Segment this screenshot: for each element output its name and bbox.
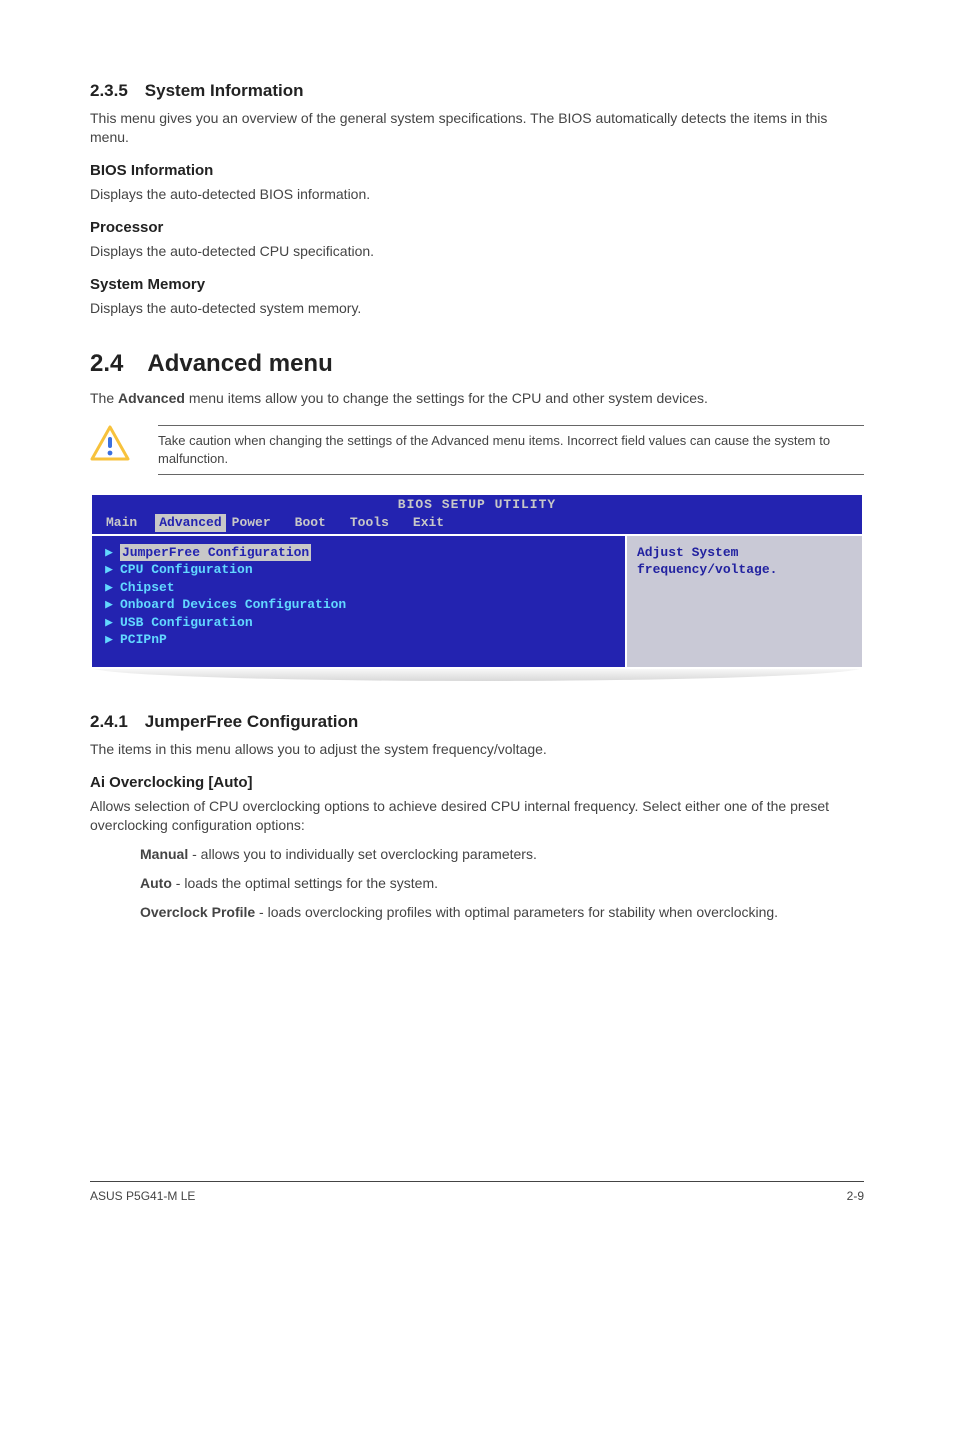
bios-item-cpu-config[interactable]: ▶ CPU Configuration [104, 561, 613, 579]
footer-left: ASUS P5G41-M LE [90, 1188, 195, 1204]
processor-heading: Processor [90, 218, 864, 238]
bios-information-heading: BIOS Information [90, 161, 864, 181]
option-overclock-profile-label: Overclock Profile [140, 904, 255, 920]
caution-text: Take caution when changing the settings … [158, 425, 864, 474]
caution-block: Take caution when changing the settings … [90, 425, 864, 474]
option-auto: Auto - loads the optimal settings for th… [140, 874, 864, 893]
intro-pre: The [90, 390, 118, 406]
section-2-3-5-heading: 2.3.5 System Information [90, 80, 864, 103]
processor-text: Displays the auto-detected CPU specifica… [90, 242, 864, 261]
bios-menu-power[interactable]: Power [226, 514, 289, 532]
bios-item-onboard-devices[interactable]: ▶ Onboard Devices Configuration [104, 596, 613, 614]
section-2-4-1-intro: The items in this menu allows you to adj… [90, 740, 864, 759]
section-2-4-heading: 2.4 Advanced menu [90, 348, 864, 380]
bios-menu-tools[interactable]: Tools [344, 514, 407, 532]
bios-menu-advanced[interactable]: Advanced [155, 514, 225, 532]
ai-overclocking-text: Allows selection of CPU overclocking opt… [90, 797, 864, 835]
intro-post: menu items allow you to change the setti… [185, 390, 708, 406]
bios-item-usb-config[interactable]: ▶ USB Configuration [104, 614, 613, 632]
bios-menu-exit[interactable]: Exit [407, 514, 462, 532]
bios-item-label: CPU Configuration [120, 561, 253, 579]
submenu-arrow-icon: ▶ [104, 631, 114, 649]
option-manual: Manual - allows you to individually set … [140, 845, 864, 864]
bios-help-panel: Adjust System frequency/voltage. [627, 534, 862, 667]
bios-item-label: PCIPnP [120, 631, 167, 649]
bios-menu-boot[interactable]: Boot [289, 514, 344, 532]
bios-item-jumperfree[interactable]: ▶ JumperFree Configuration [104, 544, 613, 562]
bios-menu-bar: Main Advanced Power Boot Tools Exit [92, 513, 862, 534]
section-2-4-intro: The Advanced menu items allow you to cha… [90, 389, 864, 408]
intro-bold: Advanced [118, 390, 185, 406]
ai-overclocking-heading: Ai Overclocking [Auto] [90, 773, 864, 793]
option-overclock-profile-text: - loads overclocking profiles with optim… [255, 904, 778, 920]
submenu-arrow-icon: ▶ [104, 561, 114, 579]
bios-title: BIOS SETUP UTILITY [92, 495, 862, 514]
bios-item-label: Onboard Devices Configuration [120, 596, 346, 614]
bios-help-line1: Adjust System [637, 544, 852, 562]
bios-help-line2: frequency/voltage. [637, 561, 852, 579]
submenu-arrow-icon: ▶ [104, 596, 114, 614]
bios-item-label: USB Configuration [120, 614, 253, 632]
option-auto-text: - loads the optimal settings for the sys… [172, 875, 438, 891]
bios-item-chipset[interactable]: ▶ Chipset [104, 579, 613, 597]
bios-screenshot: BIOS SETUP UTILITY Main Advanced Power B… [90, 493, 864, 681]
submenu-arrow-icon: ▶ [104, 544, 114, 562]
bios-items-panel: ▶ JumperFree Configuration ▶ CPU Configu… [92, 534, 627, 667]
bios-bottom-edge [90, 667, 864, 681]
submenu-arrow-icon: ▶ [104, 579, 114, 597]
option-manual-text: - allows you to individually set overclo… [188, 846, 537, 862]
bios-item-label: JumperFree Configuration [120, 544, 311, 562]
page-footer: ASUS P5G41-M LE 2-9 [90, 1181, 864, 1204]
system-memory-heading: System Memory [90, 275, 864, 295]
bios-item-label: Chipset [120, 579, 175, 597]
bios-menu-main[interactable]: Main [100, 514, 155, 532]
bios-information-text: Displays the auto-detected BIOS informat… [90, 185, 864, 204]
section-2-4-1-heading: 2.4.1 JumperFree Configuration [90, 711, 864, 734]
bios-item-pcipnp[interactable]: ▶ PCIPnP [104, 631, 613, 649]
submenu-arrow-icon: ▶ [104, 614, 114, 632]
system-memory-text: Displays the auto-detected system memory… [90, 299, 864, 318]
footer-right: 2-9 [847, 1188, 864, 1204]
option-auto-label: Auto [140, 875, 172, 891]
caution-icon [90, 425, 130, 466]
option-overclock-profile: Overclock Profile - loads overclocking p… [140, 903, 864, 922]
option-manual-label: Manual [140, 846, 188, 862]
section-2-3-5-intro: This menu gives you an overview of the g… [90, 109, 864, 147]
